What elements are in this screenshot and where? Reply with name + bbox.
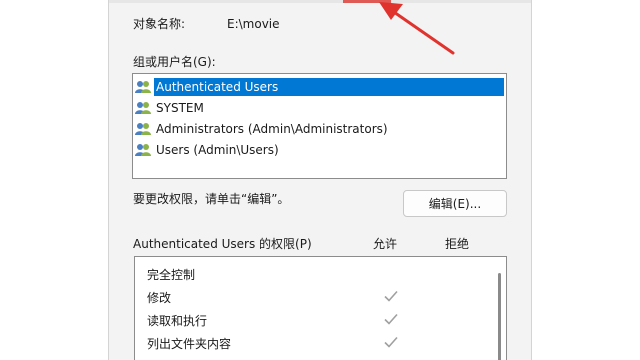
users-icon: [135, 101, 152, 115]
group-item-administrators[interactable]: Administrators (Admin\Administrators): [135, 119, 390, 139]
permission-name: 读取和执行: [147, 314, 208, 328]
group-item-authenticated-users[interactable]: Authenticated Users: [135, 77, 504, 97]
permission-row: 列出文件夹内容: [135, 331, 488, 354]
object-name-value: E:\movie: [227, 17, 280, 31]
permissions-list: 完全控制 修改 读取和执行 列出文件夹内容: [134, 256, 507, 360]
permission-name: 完全控制: [147, 268, 196, 282]
allow-column-header: 允许: [373, 237, 398, 251]
group-item-system[interactable]: SYSTEM: [135, 98, 206, 118]
permissions-header: Authenticated Users 的权限(P): [133, 237, 312, 251]
allow-check-icon: [383, 334, 399, 350]
permission-row: 完全控制: [135, 262, 488, 285]
users-icon: [135, 122, 152, 136]
group-item-users[interactable]: Users (Admin\Users): [135, 140, 281, 160]
group-item-label: Users (Admin\Users): [156, 143, 279, 157]
properties-dialog: 对象名称: E:\movie 组或用户名(G): Authenticated U…: [108, 0, 532, 360]
permission-name: 修改: [147, 291, 172, 305]
deny-column-header: 拒绝: [445, 237, 470, 251]
top-edge: [109, 0, 531, 3]
groups-listbox[interactable]: Authenticated Users SYSTEM Administrator…: [132, 73, 507, 179]
permission-name: 列出文件夹内容: [147, 337, 232, 351]
edit-hint-text: 要更改权限，请单击“编辑”。: [133, 192, 290, 206]
group-item-label: SYSTEM: [156, 101, 204, 115]
allow-check-icon: [383, 311, 399, 327]
permissions-scrollbar[interactable]: [498, 273, 501, 360]
users-icon: [135, 80, 152, 94]
group-item-label: Administrators (Admin\Administrators): [156, 122, 388, 136]
users-icon: [135, 143, 152, 157]
group-item-label: Authenticated Users: [154, 78, 504, 96]
annotation-arrow-icon: [379, 2, 455, 55]
permission-row: 读取和执行: [135, 308, 488, 331]
allow-check-icon: [383, 288, 399, 304]
edit-button[interactable]: 编辑(E)...: [403, 190, 507, 217]
object-name-label: 对象名称:: [133, 17, 186, 31]
permission-row: 修改: [135, 285, 488, 308]
groups-label: 组或用户名(G):: [133, 55, 216, 69]
